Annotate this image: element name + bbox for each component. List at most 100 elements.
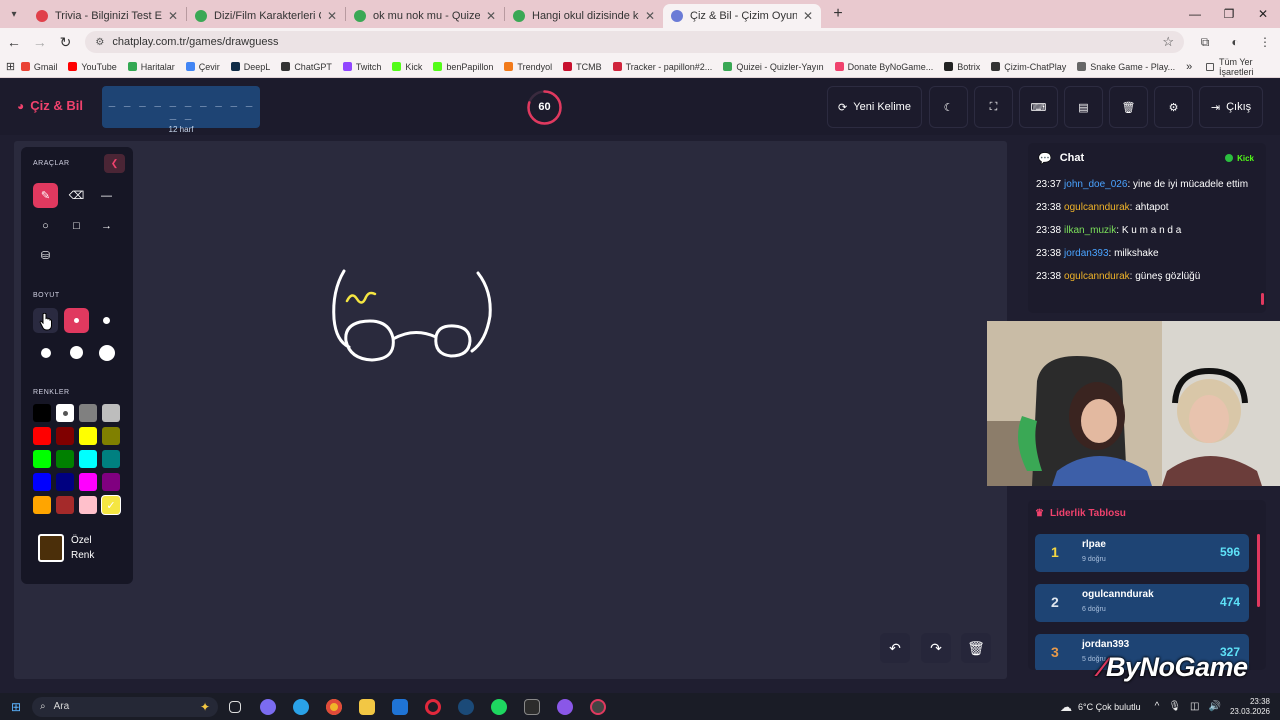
apps-icon[interactable]: ⊞ bbox=[0, 60, 21, 73]
drawing-canvas[interactable]: ↶ ↷ 🗑 bbox=[14, 141, 1007, 679]
color-swatch[interactable] bbox=[33, 450, 51, 468]
custom-color-picker[interactable] bbox=[38, 534, 64, 562]
exit-button[interactable]: ⇥ Çıkış bbox=[1199, 86, 1263, 128]
line-tool[interactable]: — bbox=[94, 183, 119, 208]
edge-icon[interactable] bbox=[284, 698, 317, 715]
bookmark-item[interactable]: Çizim-ChatPlay bbox=[991, 62, 1066, 72]
color-swatch[interactable] bbox=[79, 427, 97, 445]
profile-icon[interactable]: ◐ bbox=[1220, 35, 1250, 50]
bookmark-item[interactable]: Snake Game - Play... bbox=[1077, 62, 1175, 72]
close-window-icon[interactable]: ✕ bbox=[1246, 7, 1280, 21]
browser-tab-3[interactable]: ok mu nok mu - Quizei ✕ bbox=[346, 4, 504, 28]
volume-icon[interactable]: 🔊 bbox=[1209, 701, 1221, 712]
url-input[interactable]: ⚙ chatplay.com.tr/games/drawguess ☆ bbox=[85, 31, 1184, 53]
bookmark-item[interactable]: Donate ByNoGame... bbox=[834, 62, 933, 72]
chevron-up-icon[interactable]: ^ bbox=[1155, 701, 1160, 712]
color-swatch[interactable] bbox=[33, 427, 51, 445]
color-swatch[interactable] bbox=[102, 473, 120, 491]
bookmark-item[interactable]: Botrix bbox=[944, 62, 980, 72]
size-option-5[interactable] bbox=[64, 340, 89, 365]
copilot-icon[interactable] bbox=[251, 698, 284, 715]
size-option-4[interactable] bbox=[33, 340, 58, 365]
bookmark-item[interactable]: benPapillon bbox=[433, 62, 493, 72]
new-tab-button[interactable]: + bbox=[825, 5, 851, 23]
collapse-panel-button[interactable]: ❮ bbox=[104, 154, 125, 173]
browser-tab-active[interactable]: Çiz & Bil - Çizim Oyunu ✕ bbox=[663, 4, 821, 28]
restore-icon[interactable]: ❐ bbox=[1212, 7, 1246, 21]
delete-button[interactable]: 🗑 bbox=[1109, 86, 1148, 128]
size-option-6[interactable] bbox=[94, 340, 119, 365]
bookmark-item[interactable]: YouTube bbox=[68, 62, 117, 72]
fullscreen-button[interactable]: ⛶ bbox=[974, 86, 1013, 128]
menu-icon[interactable]: ⋮ bbox=[1250, 35, 1280, 50]
app-icon[interactable] bbox=[581, 698, 614, 715]
size-option-3[interactable] bbox=[94, 308, 119, 333]
mail-icon[interactable] bbox=[383, 698, 416, 715]
color-swatch[interactable] bbox=[79, 404, 97, 422]
color-swatch[interactable] bbox=[56, 496, 74, 514]
all-bookmarks-button[interactable]: Tüm Yer İşaretleri bbox=[1206, 57, 1270, 77]
bookmark-item[interactable]: DeepL bbox=[230, 62, 270, 72]
color-swatch[interactable] bbox=[56, 450, 74, 468]
file-explorer-icon[interactable] bbox=[350, 698, 383, 715]
chrome-icon[interactable] bbox=[317, 698, 350, 715]
rectangle-tool[interactable]: □ bbox=[64, 213, 89, 238]
taskbar-clock[interactable]: 23:38 23.03.2026 bbox=[1230, 697, 1270, 717]
clear-canvas-button[interactable]: 🗑 bbox=[961, 633, 991, 663]
browser-tab-2[interactable]: Dizi/Film Karakterleri Quiz - 2 - ✕ bbox=[187, 4, 345, 28]
close-tab-icon[interactable]: ✕ bbox=[168, 9, 178, 23]
close-tab-icon[interactable]: ✕ bbox=[327, 9, 337, 23]
archive-button[interactable]: ▤ bbox=[1064, 86, 1103, 128]
obs-icon[interactable] bbox=[548, 698, 581, 715]
size-option-2[interactable] bbox=[64, 308, 89, 333]
weather-widget[interactable]: ☁ 6°C Çok bulutlu bbox=[1060, 700, 1141, 714]
taskbar-search[interactable]: ⌕ Ara ✦ bbox=[32, 696, 218, 717]
windows-start-icon[interactable]: ⊞ bbox=[0, 700, 32, 714]
color-swatch[interactable] bbox=[79, 473, 97, 491]
bookmark-item[interactable]: Quizei - Quizler-Yayın bbox=[723, 62, 824, 72]
spotify-icon[interactable] bbox=[482, 698, 515, 715]
extensions-icon[interactable]: ⧉ bbox=[1190, 35, 1220, 50]
close-tab-icon[interactable]: ✕ bbox=[645, 9, 655, 23]
color-swatch[interactable] bbox=[79, 496, 97, 514]
color-swatch[interactable] bbox=[33, 496, 51, 514]
task-view-icon[interactable] bbox=[218, 700, 251, 713]
reload-icon[interactable]: ↻ bbox=[54, 34, 78, 51]
back-icon[interactable]: ← bbox=[2, 34, 26, 50]
new-word-button[interactable]: ⟳ Yeni Kelime bbox=[827, 86, 922, 128]
color-swatch[interactable]: ✓ bbox=[102, 496, 120, 514]
color-swatch[interactable] bbox=[33, 473, 51, 491]
redo-button[interactable]: ↷ bbox=[921, 633, 951, 663]
bookmark-item[interactable]: Trendyol bbox=[504, 62, 552, 72]
network-icon[interactable]: ◫ bbox=[1190, 701, 1199, 712]
app-icon[interactable] bbox=[515, 698, 548, 715]
color-swatch[interactable] bbox=[102, 427, 120, 445]
fill-tool[interactable]: ⛁ bbox=[33, 243, 58, 268]
circle-tool[interactable]: ○ bbox=[33, 213, 58, 238]
more-bookmarks-icon[interactable]: » bbox=[1186, 61, 1192, 73]
leaderboard-scrollbar[interactable] bbox=[1257, 534, 1260, 607]
color-swatch[interactable] bbox=[102, 450, 120, 468]
close-tab-icon[interactable]: ✕ bbox=[803, 9, 813, 23]
color-swatch[interactable] bbox=[33, 404, 51, 422]
color-swatch[interactable] bbox=[79, 450, 97, 468]
microphone-icon[interactable]: 🎙 bbox=[1168, 701, 1181, 712]
bookmark-item[interactable]: Twitch bbox=[342, 62, 381, 72]
close-tab-icon[interactable]: ✕ bbox=[486, 9, 496, 23]
undo-button[interactable]: ↶ bbox=[880, 633, 910, 663]
bookmark-item[interactable]: TCMB bbox=[563, 62, 602, 72]
bookmark-star-icon[interactable]: ☆ bbox=[1162, 34, 1174, 50]
color-swatch[interactable] bbox=[56, 404, 74, 422]
color-swatch[interactable] bbox=[56, 427, 74, 445]
bookmark-item[interactable]: Çevir bbox=[185, 62, 220, 72]
bookmark-item[interactable]: Tracker - papillon#2... bbox=[612, 62, 712, 72]
browser-tab-1[interactable]: Trivia - Bilginizi Test Edin - Quiz ✕ bbox=[28, 4, 186, 28]
arrow-tool[interactable]: → bbox=[94, 213, 119, 238]
app-logo[interactable]: ◕ Çiz & Bil bbox=[17, 98, 83, 113]
color-swatch[interactable] bbox=[102, 404, 120, 422]
color-swatch[interactable] bbox=[56, 473, 74, 491]
settings-button[interactable]: ⚙ bbox=[1154, 86, 1193, 128]
steam-icon[interactable] bbox=[449, 698, 482, 715]
bookmark-item[interactable]: Gmail bbox=[20, 62, 57, 72]
eraser-tool[interactable]: ⌫ bbox=[64, 183, 89, 208]
